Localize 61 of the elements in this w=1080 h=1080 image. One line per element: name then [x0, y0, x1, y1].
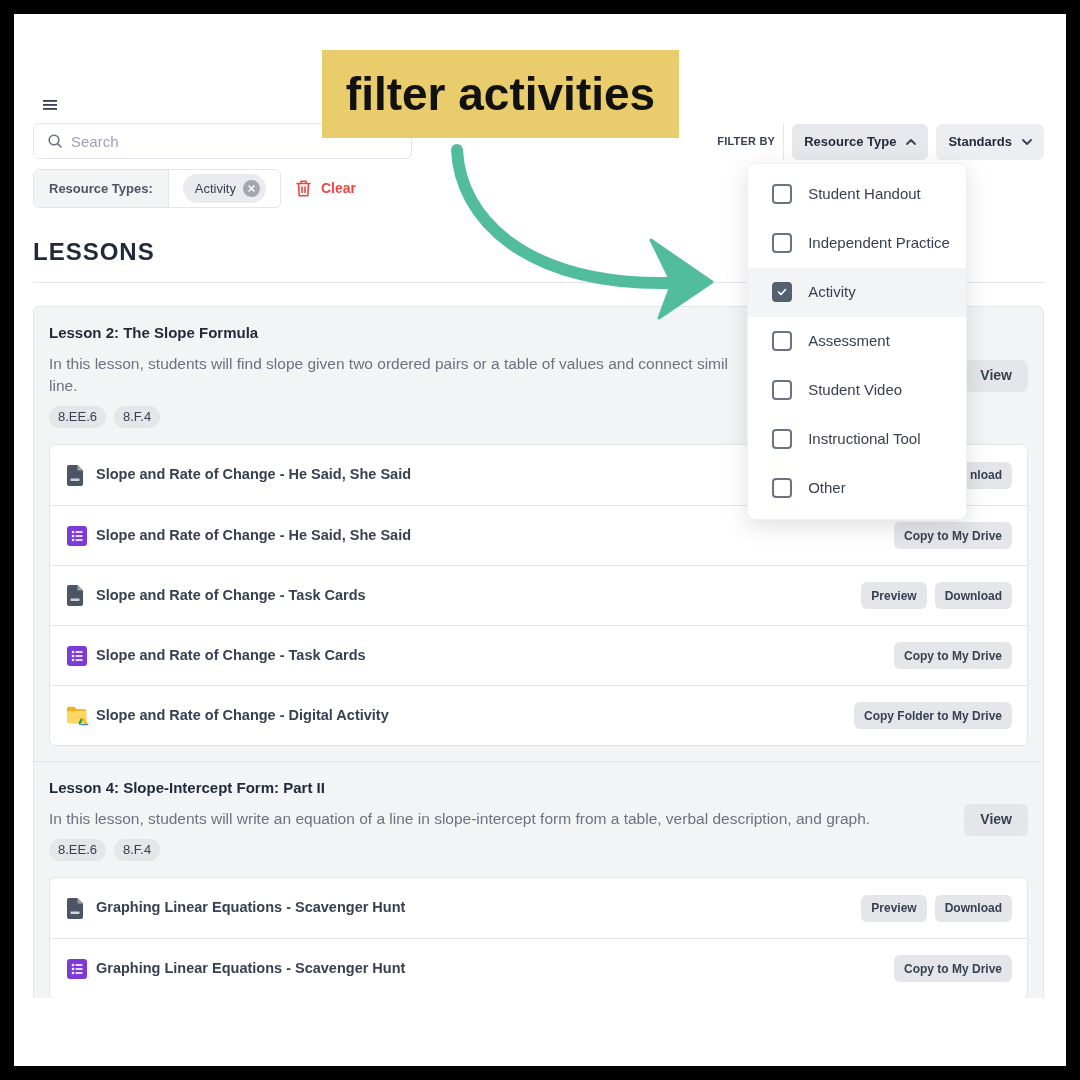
form-list-icon	[67, 645, 87, 666]
chevron-down-icon	[1022, 138, 1032, 145]
clear-button[interactable]: Clear	[295, 178, 356, 199]
section-title: LESSONS	[33, 238, 155, 266]
view-button[interactable]: View	[964, 803, 1028, 836]
checkmark-icon	[777, 288, 788, 296]
resource-title: Slope and Rate of Change - He Said, She Said	[96, 465, 412, 485]
menu-option[interactable]: Independent Practice	[748, 218, 967, 268]
checkbox[interactable]	[772, 429, 793, 449]
form-list-icon	[67, 958, 87, 979]
document-icon	[67, 897, 83, 919]
checkbox[interactable]	[772, 380, 793, 400]
chip-label: Activity	[194, 179, 236, 198]
form-list-icon	[67, 525, 87, 546]
standard-tag: 8.F.4	[114, 839, 161, 861]
lesson-description: In this lesson, students will write an equation of a line in slope-intercept form from a table, verbal description, and graph.	[49, 809, 871, 829]
checkbox[interactable]	[772, 233, 793, 253]
lesson-title: Lesson 4: Slope-Intercept Form: Part II	[49, 778, 325, 798]
checkbox[interactable]	[772, 331, 793, 351]
resource-title: Slope and Rate of Change - Task Cards	[96, 585, 366, 605]
menu-option[interactable]: Student Video	[748, 365, 967, 415]
folder-icon	[67, 704, 89, 727]
chevron-up-icon	[906, 138, 917, 145]
resource-button[interactable]: Download	[934, 582, 1012, 609]
menu-option[interactable]: Instructional Tool	[748, 414, 967, 464]
resource-title: Slope and Rate of Change - He Said, She Said	[96, 525, 412, 545]
standard-tag: 8.EE.6	[49, 406, 107, 428]
resource-button[interactable]: Copy to My Drive	[894, 642, 1012, 669]
lesson-title: Lesson 2: The Slope Formula	[49, 323, 259, 343]
dropdown-button[interactable]: Standards	[936, 123, 1044, 160]
resource-title: Slope and Rate of Change - Task Cards	[96, 645, 366, 665]
checkbox[interactable]	[772, 478, 793, 498]
lesson-description: line.	[49, 376, 78, 396]
filter-by-label: FILTER BY	[717, 134, 776, 150]
view-button[interactable]: View	[964, 359, 1028, 392]
checkbox[interactable]	[772, 282, 793, 302]
resource-button[interactable]: Copy Folder to My Drive	[853, 702, 1012, 729]
checkbox[interactable]	[772, 184, 793, 204]
menu-option[interactable]: Student Handout	[748, 169, 967, 219]
resource-button[interactable]: Copy to My Drive	[894, 955, 1012, 982]
resource-title: Graphing Linear Equations - Scavenger Hunt	[96, 958, 406, 978]
document-icon	[67, 585, 83, 606]
resource-button[interactable]: Preview	[861, 894, 927, 922]
resource-button[interactable]: Download	[934, 894, 1012, 922]
standard-tag: 8.EE.6	[49, 839, 107, 861]
menu-icon[interactable]	[43, 100, 57, 110]
callout-banner: filter activities	[322, 50, 679, 138]
resource-title: Slope and Rate of Change - Digital Activity	[96, 705, 389, 725]
lesson-description: In this lesson, students will find slope given two ordered pairs or a table of values and connect simil	[49, 354, 728, 374]
resource-button[interactable]: Copy to My Drive	[894, 522, 1012, 549]
trash-icon	[295, 180, 311, 197]
menu-option[interactable]: Other	[748, 463, 967, 513]
resource-button[interactable]: Preview	[861, 582, 927, 609]
dropdown-button[interactable]: Resource Type	[792, 123, 929, 160]
menu-option[interactable]: Assessment	[748, 316, 967, 366]
filter-label: Resource Types:	[34, 170, 169, 207]
resource-title: Graphing Linear Equations - Scavenger Hunt	[96, 898, 406, 918]
menu-option[interactable]: Activity	[748, 267, 967, 317]
standard-tag: 8.F.4	[114, 406, 161, 428]
search-icon	[48, 134, 62, 148]
document-icon	[67, 464, 83, 486]
